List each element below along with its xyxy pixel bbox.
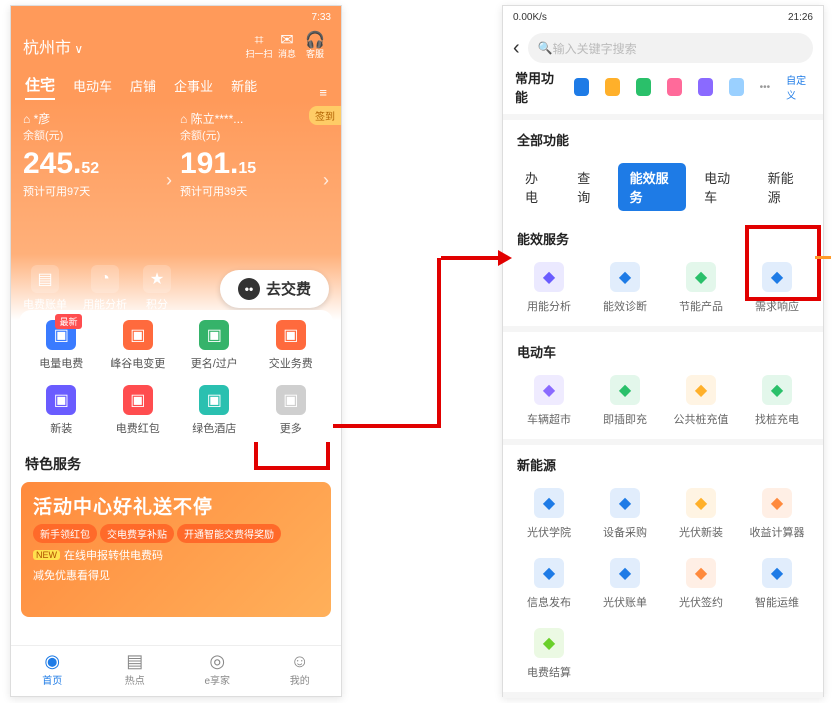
grid-item[interactable]: ▣电费红包 <box>100 385 177 436</box>
chevron-right-icon: › <box>166 170 172 191</box>
func-item[interactable]: ◆电费结算 <box>511 628 587 680</box>
promo-banner[interactable]: 活动中心好礼送不停 新手领红包交电费享补贴开通智能交费得奖励 NEW在线申报转供… <box>21 482 331 617</box>
func-item[interactable]: ◆用能分析 <box>511 262 587 314</box>
grid-item[interactable]: ▣绿色酒店 <box>176 385 253 436</box>
fav-icon[interactable] <box>667 78 682 96</box>
fav-icon[interactable] <box>574 78 589 96</box>
section-title: 电动车 <box>503 332 823 367</box>
tab-new[interactable]: 新能 <box>231 76 257 100</box>
customize-link[interactable]: 自定义 <box>786 72 811 102</box>
all-func-title: 全部功能 <box>503 120 823 155</box>
tab-shop[interactable]: 店铺 <box>130 76 156 100</box>
func-item[interactable]: ◆光伏签约 <box>663 558 739 610</box>
func-item[interactable]: ◆即插即充 <box>587 375 663 427</box>
func-item[interactable]: ◆光伏新装 <box>663 488 739 540</box>
header: 杭州市 ⌗扫一扫 ✉消息 🎧客服 <box>11 28 341 64</box>
tab-efficiency[interactable]: 能效服务 <box>618 163 687 211</box>
category-tabs: 住宅 电动车 店铺 企事业 新能 ≡ <box>11 64 341 100</box>
grid-item[interactable]: 最新▣电量电费 <box>23 320 100 371</box>
status-bar: 7:33 <box>11 6 341 28</box>
func-item[interactable]: ◆光伏账单 <box>587 558 663 610</box>
grid-item[interactable]: ▣新装 <box>23 385 100 436</box>
func-item[interactable]: ◆光伏学院 <box>511 488 587 540</box>
hero: 签到 ⌂ *彦 余额(元) 245.52 预计可用97天 › ⌂ 陈立****.… <box>11 100 341 320</box>
func-item[interactable]: ◆能效诊断 <box>587 262 663 314</box>
arrow-segment <box>437 258 441 428</box>
pay-button[interactable]: ••去交费 <box>220 270 329 308</box>
status-time: 7:33 <box>312 12 331 23</box>
func-item[interactable]: ◆智能运维 <box>739 558 815 610</box>
tab-new-energy[interactable]: 新能源 <box>756 163 813 211</box>
messages-icon[interactable]: ✉消息 <box>273 32 301 59</box>
tab-query[interactable]: 查询 <box>565 163 611 211</box>
func-grid: ◆用能分析◆能效诊断◆节能产品◆需求响应 <box>503 254 823 326</box>
tab-biz[interactable]: 企事业 <box>174 76 213 100</box>
analysis-button[interactable]: ◔用能分析 <box>83 265 127 312</box>
account-card-2[interactable]: ⌂ 陈立****... 余额(元) 191.15 预计可用39天 › <box>180 110 329 230</box>
search-input[interactable]: 🔍 输入关键字搜索 <box>528 33 813 63</box>
section-title: 能效服务 <box>503 219 823 254</box>
tab-home[interactable]: 住宅 <box>25 74 55 100</box>
grid-item[interactable]: ▣更名/过户 <box>176 320 253 371</box>
nav-home[interactable]: ◉首页 <box>11 646 94 696</box>
status-bar: 0.00K/s21:26 <box>503 6 823 28</box>
func-item[interactable]: ◆信息发布 <box>511 558 587 610</box>
tab-ev[interactable]: 电动车 <box>692 163 749 211</box>
bottom-nav: ◉首页 ▤热点 ◎e享家 ☺我的 <box>11 645 341 696</box>
fav-icon[interactable] <box>729 78 744 96</box>
func-item[interactable]: ◆需求响应 <box>739 262 815 314</box>
nav-e[interactable]: ◎e享家 <box>176 646 259 696</box>
section-title: 新能源 <box>503 445 823 480</box>
arrow-segment <box>326 424 441 428</box>
grid-item[interactable]: ▣更多 <box>253 385 330 436</box>
func-item[interactable]: ◆收益计算器 <box>739 488 815 540</box>
back-icon[interactable]: ‹ <box>513 37 520 60</box>
fav-icon[interactable] <box>605 78 620 96</box>
support-icon[interactable]: 🎧客服 <box>301 32 329 59</box>
scan-icon[interactable]: ⌗扫一扫 <box>245 32 273 59</box>
chevron-right-icon: › <box>323 170 329 191</box>
func-item[interactable]: ◆节能产品 <box>663 262 739 314</box>
func-item[interactable]: ◆设备采购 <box>587 488 663 540</box>
favorites-row: 常用功能 ••• 自定义 <box>503 68 823 114</box>
nav-hot[interactable]: ▤热点 <box>94 646 177 696</box>
func-item[interactable]: ◆公共桩充值 <box>663 375 739 427</box>
tab-ev[interactable]: 电动车 <box>73 76 112 100</box>
func-item[interactable]: ◆车辆超市 <box>511 375 587 427</box>
points-button[interactable]: ★积分 <box>143 265 171 312</box>
quick-actions: ▤电费账单 ◔用能分析 ★积分 ••去交费 <box>11 265 341 312</box>
fav-icon[interactable] <box>698 78 713 96</box>
func-item[interactable]: ◆找桩充电 <box>739 375 815 427</box>
func-grid: ◆车辆超市◆即插即充◆公共桩充值◆找桩充电 <box>503 367 823 439</box>
section-title: 特色服务 <box>11 442 341 482</box>
grid-item[interactable]: ▣峰谷电变更 <box>100 320 177 371</box>
phone-home: 7:33 杭州市 ⌗扫一扫 ✉消息 🎧客服 住宅 电动车 店铺 企事业 新能 ≡… <box>10 5 342 697</box>
phone-all-functions: 0.00K/s21:26 ‹ 🔍 输入关键字搜索 常用功能 ••• 自定义 全部… <box>502 5 824 697</box>
search-row: ‹ 🔍 输入关键字搜索 <box>503 28 823 68</box>
grid-item[interactable]: ▣交业务费 <box>253 320 330 371</box>
tab-apply[interactable]: 办电 <box>513 163 559 211</box>
func-tabs: 办电 查询 能效服务 电动车 新能源 <box>503 155 823 219</box>
arrow-segment <box>441 256 506 260</box>
fav-icon[interactable] <box>636 78 651 96</box>
city-selector[interactable]: 杭州市 <box>23 34 83 58</box>
account-card-1[interactable]: ⌂ *彦 余额(元) 245.52 预计可用97天 › <box>23 110 172 230</box>
service-grid: 最新▣电量电费▣峰谷电变更▣更名/过户▣交业务费 ▣新装▣电费红包▣绿色酒店▣更多 <box>19 310 333 442</box>
nav-me[interactable]: ☺我的 <box>259 646 342 696</box>
fav-label: 常用功能 <box>515 68 558 106</box>
bill-button[interactable]: ▤电费账单 <box>23 265 67 312</box>
func-grid: ◆光伏学院◆设备采购◆光伏新装◆收益计算器 ◆信息发布◆光伏账单◆光伏签约◆智能运… <box>503 480 823 692</box>
